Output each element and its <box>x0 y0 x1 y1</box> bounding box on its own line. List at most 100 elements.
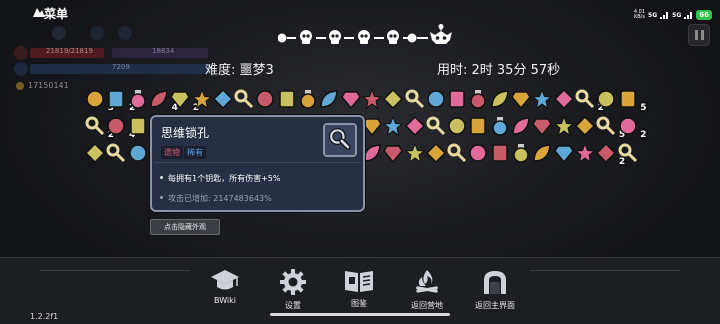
nav-codex[interactable]: 图鉴 <box>334 268 384 318</box>
orb-icon[interactable] <box>127 142 149 164</box>
key-icon[interactable] <box>425 115 447 137</box>
crystal-icon[interactable] <box>553 88 575 110</box>
potion-icon[interactable] <box>297 88 319 110</box>
leaf-icon[interactable] <box>531 142 553 164</box>
location-marker-icon <box>438 24 444 31</box>
key-icon[interactable] <box>105 142 127 164</box>
crystal-icon[interactable] <box>212 88 234 110</box>
heart-icon <box>14 46 28 60</box>
orb-icon[interactable]: 2 <box>617 115 647 140</box>
star-icon[interactable] <box>531 88 553 110</box>
gem-icon[interactable] <box>510 88 532 110</box>
scroll-icon[interactable]: 5 <box>617 88 647 113</box>
crystal-icon[interactable] <box>404 115 426 137</box>
potion-icon[interactable] <box>127 88 149 110</box>
magnifier-icon <box>328 128 351 150</box>
crystal-icon[interactable] <box>382 88 404 110</box>
key-icon[interactable] <box>617 142 639 164</box>
signal-5g-2: 5G <box>672 11 682 19</box>
nav-settings-label: 设置 <box>285 301 301 310</box>
leaf-icon[interactable]: 4 <box>148 88 178 113</box>
star-icon[interactable] <box>574 142 596 164</box>
tooltip-bonus: 攻击已增加: 2147483643% <box>168 194 272 203</box>
stage-node-icon <box>278 33 287 43</box>
orb-icon[interactable] <box>446 115 468 137</box>
divider <box>40 270 190 271</box>
key-icon[interactable] <box>233 88 255 110</box>
star-icon[interactable] <box>382 115 404 137</box>
gem-icon[interactable] <box>531 115 553 137</box>
leaf-icon[interactable] <box>489 88 511 110</box>
play-time-label: 用时: 2时 35分 57秒 <box>437 63 561 78</box>
skull-icon <box>329 30 341 44</box>
menu-label[interactable]: 菜单 <box>44 5 68 22</box>
crystal-icon[interactable] <box>425 142 447 164</box>
stage-node-icon <box>407 33 417 43</box>
scroll-icon[interactable] <box>446 88 468 110</box>
gem-icon[interactable] <box>553 142 575 164</box>
potion-icon[interactable] <box>467 88 489 110</box>
gear-icon <box>280 269 306 295</box>
difficulty-label: 难度: 噩梦3 <box>205 63 274 78</box>
orb-icon[interactable]: 4 <box>105 115 135 140</box>
crystal-icon[interactable] <box>574 115 596 137</box>
skull-icon <box>387 30 399 44</box>
portal-arch-icon <box>484 271 506 294</box>
scroll-icon[interactable] <box>467 115 489 137</box>
orb-icon[interactable] <box>467 142 489 164</box>
net-speed: 4.01 KB/s <box>634 10 645 20</box>
orb-icon[interactable] <box>595 88 617 110</box>
key-icon[interactable]: 2 <box>84 115 114 140</box>
nav-settings[interactable]: 设置 <box>268 268 318 318</box>
signal-bars-icon <box>684 12 693 19</box>
nav-bwiki[interactable]: BWiki <box>200 268 250 318</box>
scroll-icon[interactable] <box>276 88 298 110</box>
skill-icon <box>118 26 132 40</box>
nav-codex-label: 图鉴 <box>351 299 367 308</box>
potion-icon[interactable] <box>510 142 532 164</box>
item-tooltip: 思维锁孔 遗物 稀有 每拥有1个钥匙，所有伤害+5% 攻击已增加: 214748… <box>150 115 365 212</box>
potion-icon[interactable] <box>489 115 511 137</box>
star-icon[interactable] <box>191 88 213 110</box>
skill-icon <box>90 26 104 40</box>
skull-icon <box>358 30 370 44</box>
signal-bars-icon <box>660 12 669 19</box>
tag-rarity: 稀有 <box>184 146 206 159</box>
orb-icon[interactable]: 3 <box>84 88 114 113</box>
nav-return-camp[interactable]: 返回营地 <box>402 268 452 318</box>
scroll-icon[interactable]: 2 <box>105 88 135 113</box>
crystal-icon[interactable]: 2 <box>595 142 625 167</box>
leaf-icon[interactable] <box>510 115 532 137</box>
gem-icon[interactable] <box>382 142 404 164</box>
key-icon[interactable]: 2 <box>574 88 604 113</box>
item-count: 2 <box>640 130 647 140</box>
star-icon[interactable] <box>361 88 383 110</box>
book-icon <box>345 271 373 292</box>
hp-text: 21819/21819 <box>46 47 93 55</box>
bullet-icon <box>160 176 163 179</box>
item-count: 5 <box>640 103 647 113</box>
gold-text: 17150141 <box>28 81 69 90</box>
battery-indicator: 66 <box>696 10 712 20</box>
nav-return-main[interactable]: 返回主界面 <box>470 268 520 318</box>
home-indicator[interactable] <box>270 313 450 316</box>
gold-icon <box>16 82 24 90</box>
leaf-icon[interactable] <box>318 88 340 110</box>
orb-icon[interactable] <box>425 88 447 110</box>
pause-button[interactable] <box>688 24 710 46</box>
hide-appearance-button[interactable]: 点击隐藏外观 <box>150 219 220 235</box>
scroll-icon[interactable]: 5 <box>127 115 157 140</box>
tooltip-item-frame <box>323 123 357 157</box>
star-icon[interactable] <box>553 115 575 137</box>
scroll-icon[interactable] <box>489 142 511 164</box>
key-icon[interactable] <box>404 88 426 110</box>
star-icon[interactable] <box>404 142 426 164</box>
key-icon[interactable]: 5 <box>595 115 625 140</box>
stage-progress-path <box>278 24 452 44</box>
key-icon[interactable] <box>446 142 468 164</box>
gem-icon[interactable]: 2 <box>169 88 199 113</box>
gem-icon[interactable] <box>340 88 362 110</box>
crystal-icon[interactable] <box>84 142 106 164</box>
orb-icon[interactable] <box>254 88 276 110</box>
nav-return-camp-label: 返回营地 <box>411 301 443 310</box>
